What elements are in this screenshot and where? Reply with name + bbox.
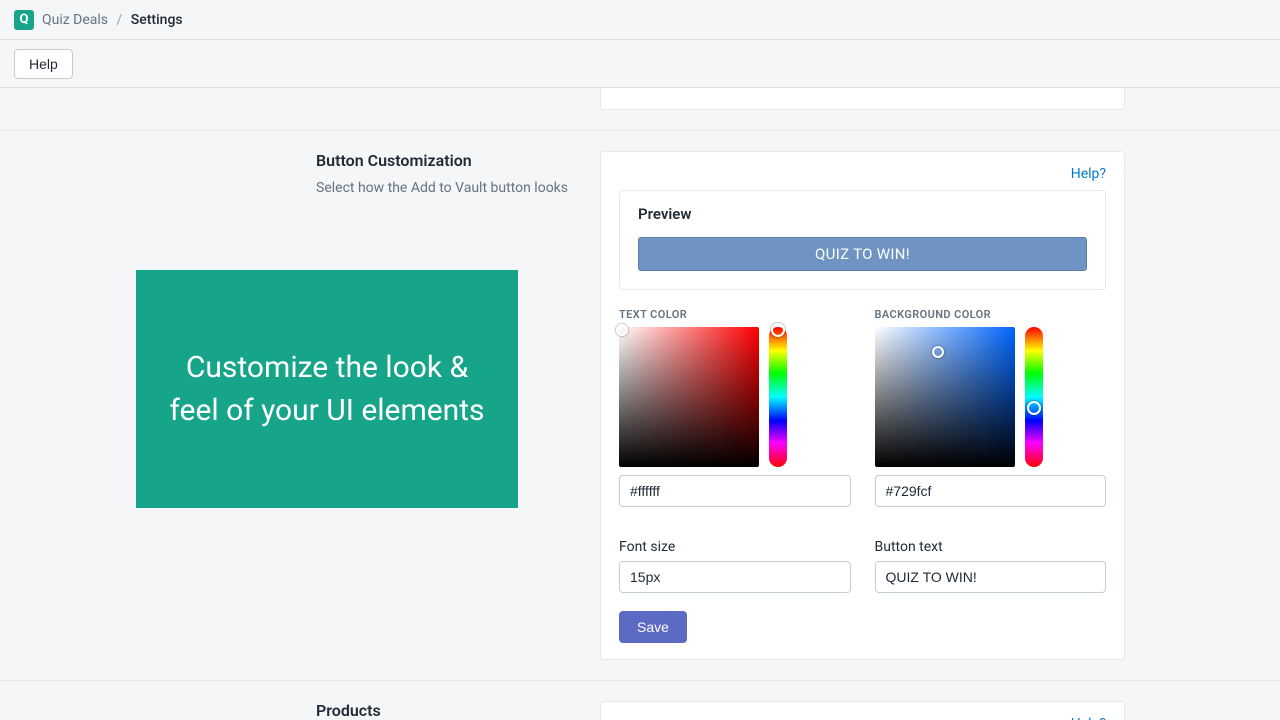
help-link[interactable]: Help? — [1071, 166, 1106, 182]
text-color-satval[interactable] — [619, 327, 759, 467]
button-text-input[interactable] — [875, 561, 1107, 593]
products-card: Help? — [600, 701, 1125, 720]
breadcrumb-current: Settings — [131, 12, 183, 28]
text-color-hue[interactable] — [769, 327, 787, 467]
preview-box: Preview QUIZ TO WIN! — [619, 190, 1106, 290]
breadcrumb-separator: / — [117, 12, 123, 28]
section-products: Products Help? — [0, 680, 1280, 720]
background-color-satval[interactable] — [875, 327, 1015, 467]
button-text-label: Button text — [875, 539, 1107, 555]
breadcrumb-app[interactable]: Quiz Deals — [42, 12, 108, 28]
breadcrumb: Quiz Deals / Settings — [42, 12, 183, 28]
background-color-hue[interactable] — [1025, 327, 1043, 467]
font-size-input[interactable] — [619, 561, 851, 593]
font-size-label: Font size — [619, 539, 851, 555]
promo-text: Customize the look & feel of your UI ele… — [166, 346, 488, 433]
section-subtitle: Select how the Add to Vault button looks — [316, 180, 572, 196]
preview-button: QUIZ TO WIN! — [638, 237, 1087, 271]
section-title: Products — [316, 701, 572, 720]
background-color-group: BACKGROUND COLOR — [875, 308, 1107, 507]
satval-thumb-icon — [616, 324, 628, 336]
background-color-label: BACKGROUND COLOR — [875, 308, 1107, 321]
promo-overlay: Customize the look & feel of your UI ele… — [136, 270, 518, 508]
section-title: Button Customization — [316, 151, 572, 170]
help-button[interactable]: Help — [14, 49, 73, 79]
hue-thumb-icon — [771, 323, 785, 337]
text-color-label: TEXT COLOR — [619, 308, 851, 321]
satval-thumb-icon — [932, 346, 944, 358]
previous-card-tail — [600, 88, 1125, 110]
toolbar: Help — [0, 40, 1280, 88]
help-link[interactable]: Help? — [1071, 716, 1106, 720]
save-button[interactable]: Save — [619, 611, 687, 643]
text-color-group: TEXT COLOR — [619, 308, 851, 507]
preview-label: Preview — [638, 205, 1087, 223]
text-color-input[interactable] — [619, 475, 851, 507]
page-content: Button Customization Select how the Add … — [0, 88, 1280, 720]
app-icon: Q — [14, 10, 34, 30]
button-customization-card: Help? Preview QUIZ TO WIN! TEXT COLOR — [600, 151, 1125, 660]
hue-thumb-icon — [1027, 401, 1041, 415]
top-bar: Q Quiz Deals / Settings — [0, 0, 1280, 40]
background-color-input[interactable] — [875, 475, 1107, 507]
